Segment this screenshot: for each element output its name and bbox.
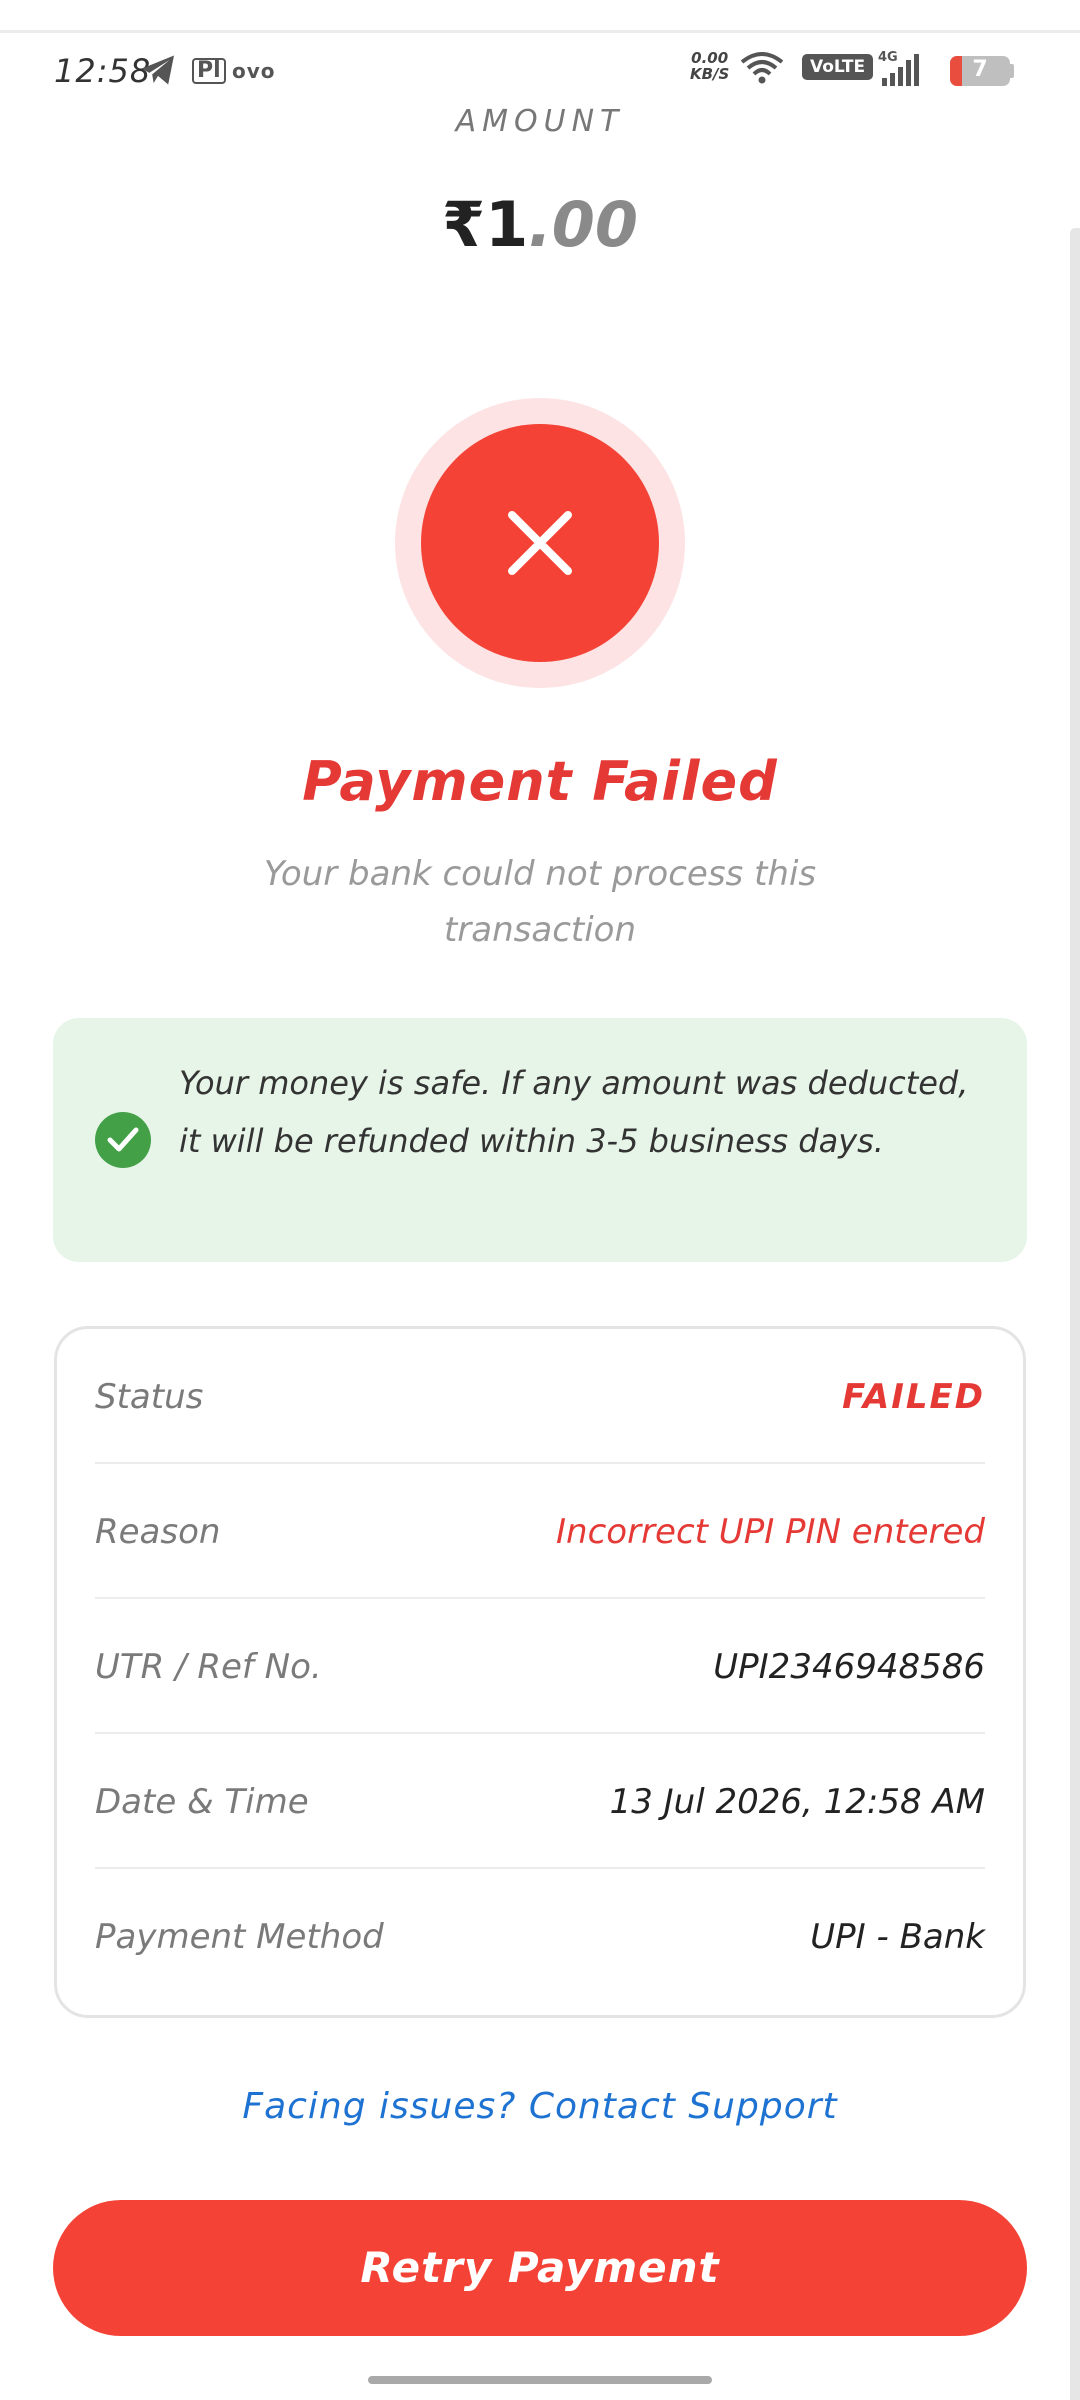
telegram-icon [140,54,176,86]
detail-row-datetime: Date & Time 13 Jul 2026, 12:58 AM [95,1734,985,1869]
battery-tip [1010,64,1014,78]
transaction-details-card: Status FAILED Reason Incorrect UPI PIN e… [54,1326,1026,2018]
pl-app-icon: Pl [192,58,226,84]
detail-row-utr: UTR / Ref No. UPI2346948586 [95,1599,985,1734]
amount-whole: 1 [485,188,529,261]
detail-label: Date & Time [95,1782,309,1822]
scrollbar[interactable] [1070,228,1080,2400]
utr-ref-number: UPI2346948586 [713,1647,985,1687]
battery-level: 7 [972,57,988,82]
retry-payment-button[interactable]: Retry Payment [53,2200,1027,2336]
detail-label: UTR / Ref No. [95,1647,322,1687]
amount-decimal: .00 [528,188,639,261]
failed-x-icon [421,424,659,662]
amount-value: ₹1.00 [0,188,1080,261]
status-bar: 12:58 Pl ovo 0.00 KB/S VoLTE 4G 7 [0,40,1080,100]
detail-label: Reason [95,1512,221,1552]
detail-row-status: Status FAILED [95,1329,985,1464]
network-speed-unit: KB/S [690,65,730,83]
payment-failed-screen: 12:58 Pl ovo 0.00 KB/S VoLTE 4G 7 AMOUNT… [0,0,1080,2400]
detail-label: Status [95,1377,204,1417]
detail-label: Payment Method [95,1917,384,1957]
network-speed: 0.00 KB/S [690,50,729,82]
wifi-icon [740,50,784,86]
battery-icon: 7 [950,56,1010,86]
home-indicator[interactable] [368,2376,712,2384]
network-speed-value: 0.00 [691,49,729,67]
status-time: 12:58 [54,52,152,90]
amount-label: AMOUNT [455,104,625,139]
detail-row-method: Payment Method UPI - Bank [95,1869,985,2004]
page-title: Payment Failed [302,750,778,813]
network-type-label: 4G [878,50,898,65]
volte-badge: VoLTE [802,54,874,80]
top-divider [0,30,1080,33]
page-subtitle: Your bank could not process this transac… [263,854,817,950]
signal-4g-icon: 4G [876,48,922,88]
amount-currency: ₹ [441,188,486,261]
failure-reason: Incorrect UPI PIN entered [556,1512,985,1552]
transaction-datetime: 13 Jul 2026, 12:58 AM [609,1782,985,1822]
refund-notice: Your money is safe. If any amount was de… [53,1018,1027,1262]
check-circle-icon [95,1112,151,1168]
ovo-app-icon: ovo [232,59,276,83]
status-badge: FAILED [842,1377,985,1417]
refund-notice-text: Your money is safe. If any amount was de… [179,1064,969,1160]
payment-method: UPI - Bank [810,1917,985,1957]
detail-row-reason: Reason Incorrect UPI PIN entered [95,1464,985,1599]
contact-support-link[interactable]: Facing issues? Contact Support [0,2086,1080,2127]
